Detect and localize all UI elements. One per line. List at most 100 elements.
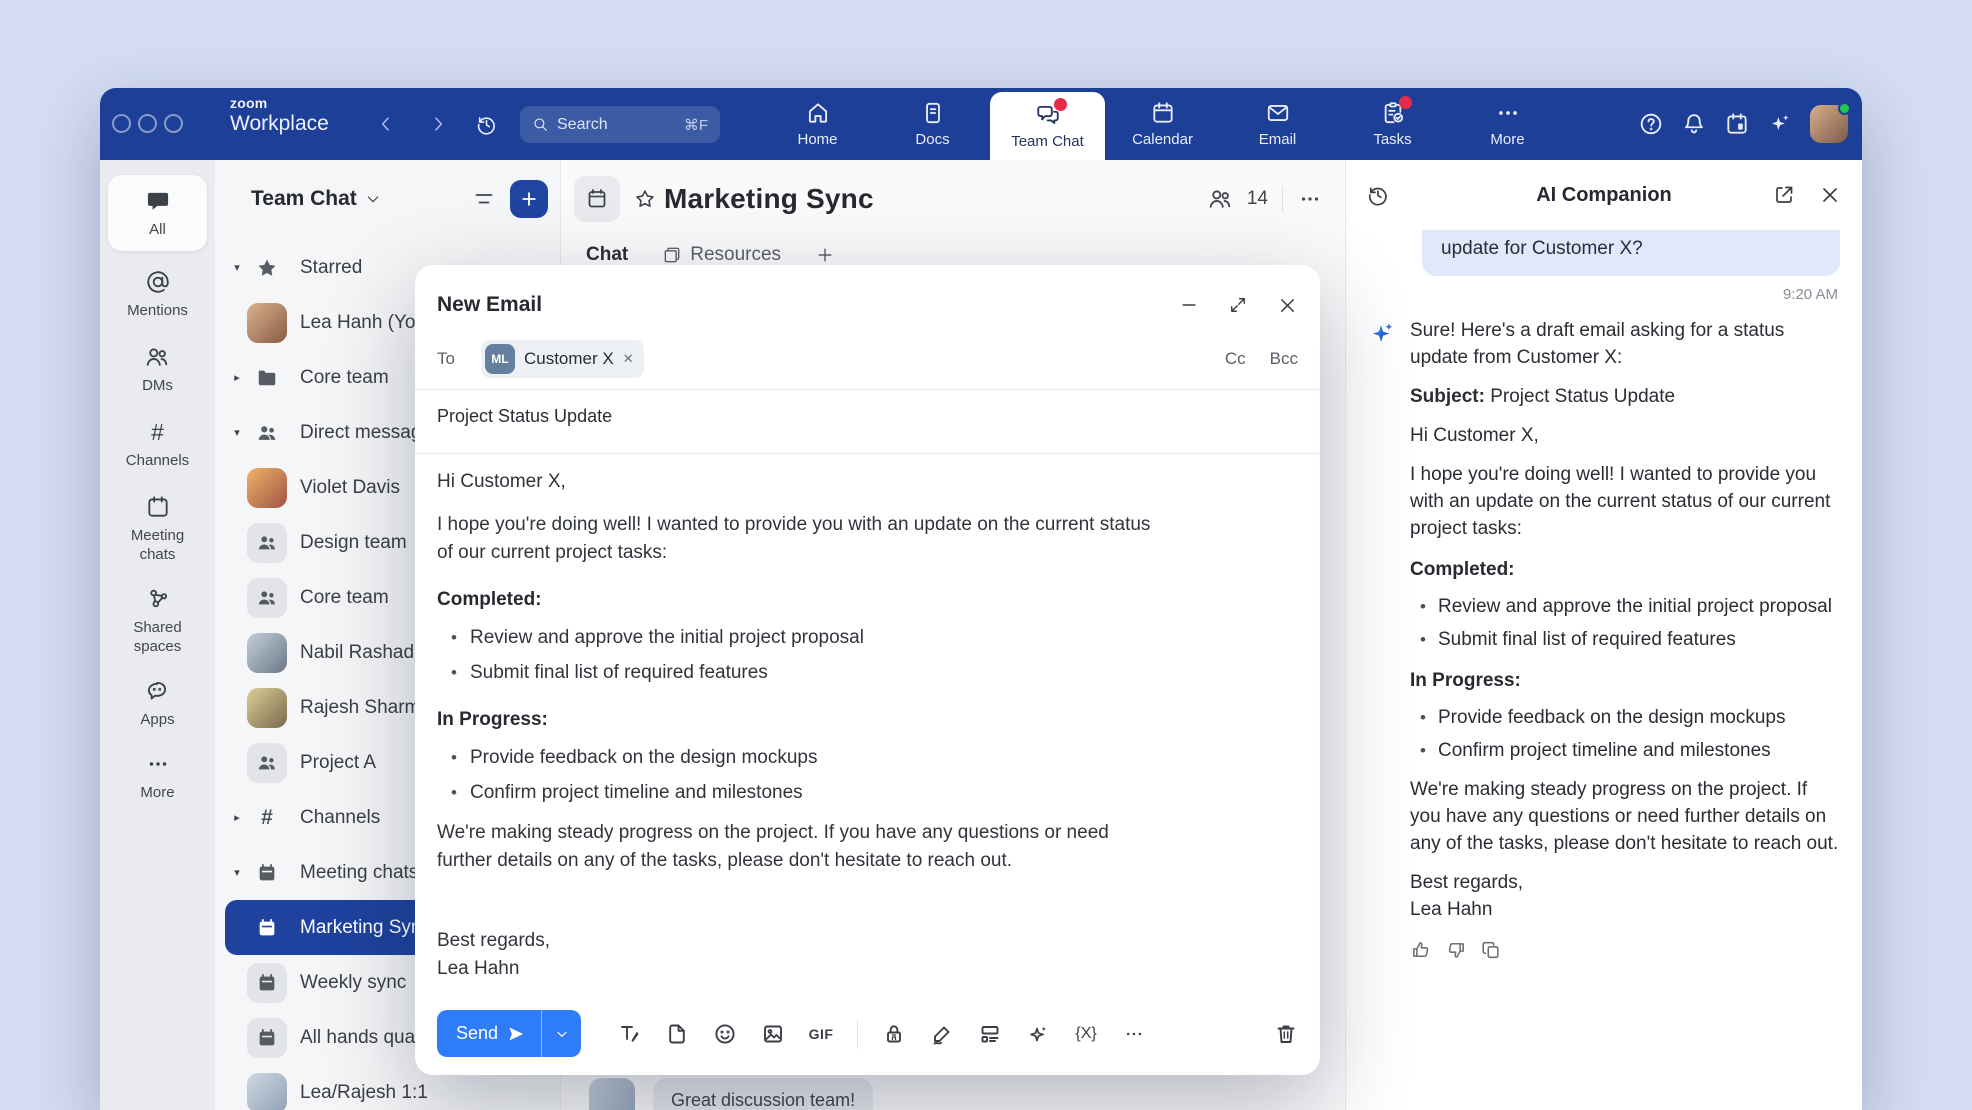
chevron-expand-icon[interactable]: ▾	[227, 426, 247, 439]
chevron-down-icon[interactable]	[365, 191, 381, 207]
tab-docs[interactable]: Docs	[875, 88, 990, 160]
tab-email[interactable]: Email	[1220, 88, 1335, 160]
channel-more-icon[interactable]	[1297, 186, 1323, 212]
search-icon	[532, 116, 549, 133]
send-options-chevron[interactable]	[542, 1010, 581, 1057]
rail-item-shared-spaces[interactable]: Shared spaces	[113, 586, 203, 656]
thumbs-down-icon[interactable]	[1445, 939, 1467, 961]
thumbs-up-icon[interactable]	[1410, 939, 1432, 961]
forward-icon[interactable]	[424, 110, 452, 138]
back-icon[interactable]	[372, 110, 400, 138]
message-bubble: Great discussion team!	[653, 1078, 873, 1110]
avatar	[247, 303, 287, 343]
divider	[415, 453, 1320, 454]
close-window-button[interactable]	[112, 114, 131, 133]
image-icon[interactable]	[761, 1022, 785, 1046]
help-icon[interactable]	[1638, 111, 1664, 137]
send-button[interactable]: Send	[437, 1010, 541, 1057]
tab-chat[interactable]: Chat	[586, 244, 628, 266]
ai-sparkle-icon[interactable]	[1026, 1022, 1050, 1046]
more-icon	[145, 751, 171, 777]
cc-button[interactable]: Cc	[1225, 349, 1246, 369]
rail-item-apps[interactable]: Apps	[140, 678, 174, 729]
calendar-indicator-icon[interactable]	[1724, 111, 1750, 137]
calendar-icon	[247, 853, 287, 893]
recipient-chip[interactable]: ML Customer X ✕	[481, 340, 644, 378]
search-input[interactable]: Search ⌘F	[520, 106, 720, 143]
timestamp: 9:20 AM	[1371, 286, 1838, 303]
favorite-star-icon[interactable]	[634, 188, 656, 210]
rail-item-dms[interactable]: DMs	[142, 344, 173, 395]
member-count[interactable]: 14	[1247, 188, 1268, 210]
open-in-new-icon[interactable]	[1772, 183, 1796, 207]
remove-recipient-icon[interactable]: ✕	[623, 351, 634, 367]
add-button[interactable]	[510, 180, 548, 218]
gif-icon[interactable]: GIF	[809, 1022, 833, 1046]
navbar-tabs: Home Docs Team Chat	[760, 88, 1565, 160]
subject-field[interactable]: Project Status Update	[437, 390, 1298, 443]
copy-icon[interactable]	[1480, 939, 1502, 961]
rail-item-more[interactable]: More	[140, 751, 174, 802]
more-options-icon[interactable]	[1122, 1022, 1146, 1046]
calendar-icon	[247, 908, 287, 948]
maximize-window-button[interactable]	[164, 114, 183, 133]
group-icon	[247, 743, 287, 783]
format-icon[interactable]	[617, 1022, 641, 1046]
ai-companion-icon	[1369, 320, 1396, 347]
minimize-icon[interactable]	[1178, 294, 1200, 316]
history-icon[interactable]	[472, 110, 500, 138]
recipient-avatar: ML	[485, 344, 515, 374]
chevron-collapsed-icon[interactable]: ▸	[227, 811, 247, 824]
rail-item-mentions[interactable]: Mentions	[127, 269, 188, 320]
rail-item-all[interactable]: All	[108, 175, 207, 251]
rail-item-channels[interactable]: # Channels	[126, 419, 189, 470]
file-icon[interactable]	[665, 1022, 689, 1046]
tab-team-chat[interactable]: Team Chat	[990, 92, 1105, 160]
people-icon	[247, 413, 287, 453]
chevron-expand-icon[interactable]: ▾	[227, 866, 247, 879]
emoji-icon[interactable]	[713, 1022, 737, 1046]
apps-icon	[144, 678, 170, 704]
history-icon[interactable]	[1366, 183, 1390, 207]
tab-home[interactable]: Home	[760, 88, 875, 160]
ai-panel-header: AI Companion	[1346, 160, 1862, 230]
window-controls[interactable]	[112, 114, 183, 133]
chevron-expand-icon[interactable]: ▾	[227, 261, 247, 274]
panel-title: Team Chat	[251, 187, 357, 211]
ai-conversation[interactable]: Can you draft an email that provides a s…	[1369, 230, 1840, 1110]
trash-icon[interactable]	[1274, 1022, 1298, 1046]
add-tab-icon[interactable]	[815, 245, 835, 265]
user-avatar[interactable]	[1810, 105, 1848, 143]
zoom-workplace-logo: zoom Workplace	[230, 96, 329, 134]
send-button-group[interactable]: Send	[437, 1010, 581, 1057]
ai-response: Sure! Here's a draft email asking for a …	[1369, 317, 1840, 961]
encrypt-icon[interactable]	[882, 1022, 906, 1046]
close-icon[interactable]	[1818, 183, 1842, 207]
filter-icon[interactable]	[472, 187, 496, 211]
tab-resources[interactable]: Resources	[662, 244, 781, 266]
email-body-editor[interactable]: Hi Customer X, I hope you're doing well!…	[437, 468, 1162, 983]
tab-calendar[interactable]: Calendar	[1105, 88, 1220, 160]
members-icon[interactable]	[1207, 186, 1233, 212]
form-icon[interactable]	[978, 1022, 1002, 1046]
rail-item-meeting-chats[interactable]: Meeting chats	[113, 494, 203, 564]
channel-calendar-icon	[574, 176, 620, 222]
chevron-collapsed-icon[interactable]: ▸	[227, 371, 247, 384]
channel-title: Marketing Sync	[664, 183, 874, 215]
tab-tasks[interactable]: Tasks	[1335, 88, 1450, 160]
bcc-button[interactable]: Bcc	[1270, 349, 1298, 369]
folder-icon	[247, 358, 287, 398]
close-icon[interactable]	[1276, 294, 1298, 316]
signature-icon[interactable]	[930, 1022, 954, 1046]
tab-more[interactable]: More	[1450, 88, 1565, 160]
bell-icon[interactable]	[1681, 111, 1707, 137]
completed-list: Review and approve the initial project p…	[437, 624, 1162, 687]
completed-list: Review and approve the initial project p…	[1410, 593, 1840, 653]
home-icon	[805, 100, 831, 126]
expand-icon[interactable]	[1227, 294, 1249, 316]
to-field[interactable]: To ML Customer X ✕ Cc Bcc	[437, 339, 1298, 379]
calendar-icon	[247, 1018, 287, 1058]
ai-sparkle-icon[interactable]	[1767, 111, 1793, 137]
minimize-window-button[interactable]	[138, 114, 157, 133]
variable-icon[interactable]: {X}	[1074, 1022, 1098, 1046]
